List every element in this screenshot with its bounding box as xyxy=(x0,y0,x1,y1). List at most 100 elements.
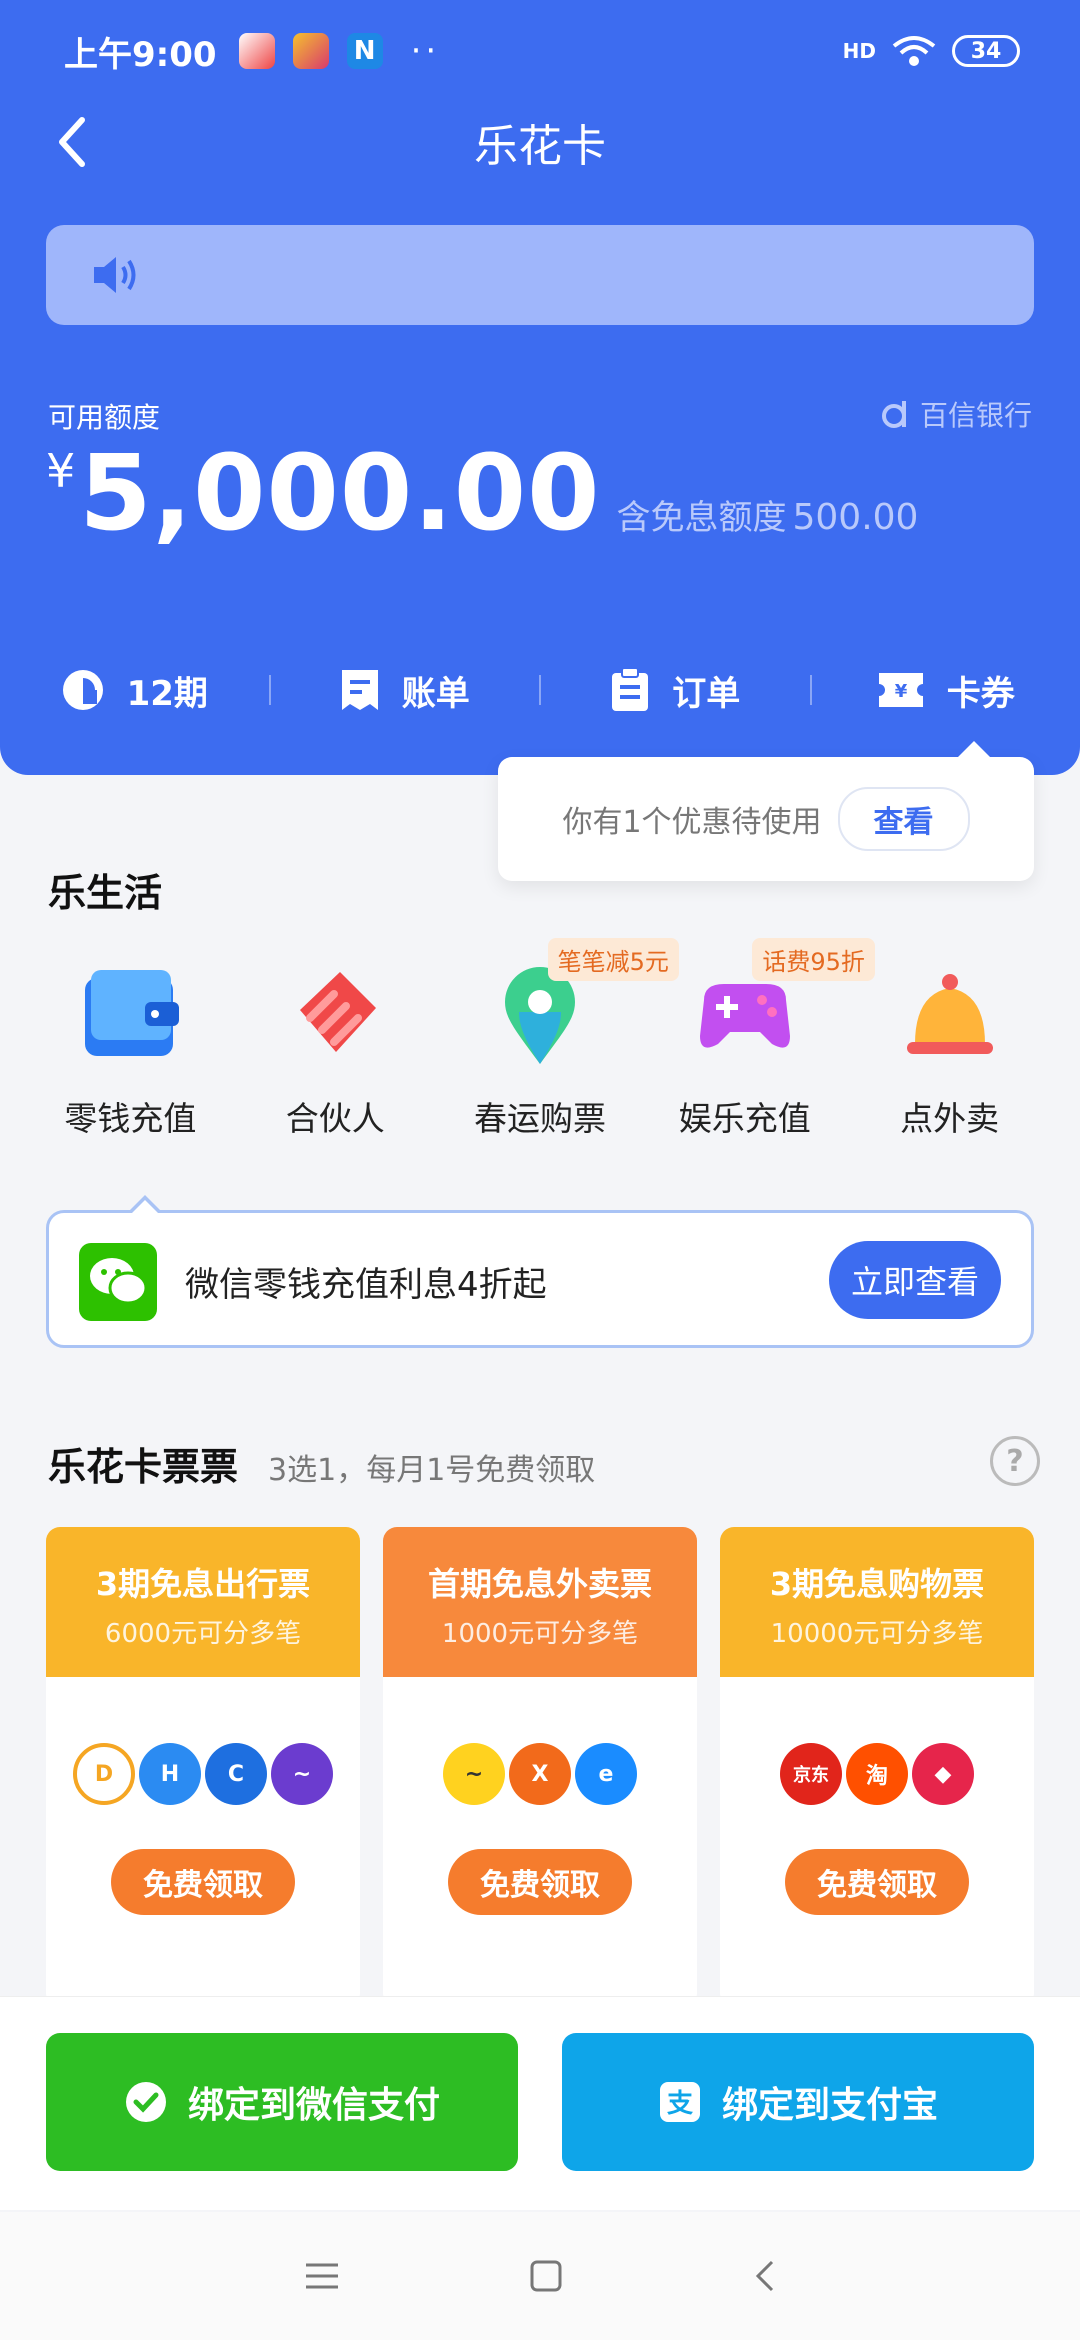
ticket-brands: 京东 淘 ◆ xyxy=(720,1743,1034,1805)
claim-button[interactable]: 免费领取 xyxy=(111,1849,295,1915)
header: 上午9:00 N ·· HD 34 乐花卡 可用额度 百信银行 ¥ 5,000.… xyxy=(0,0,1080,775)
claim-button[interactable]: 免费领取 xyxy=(448,1849,632,1915)
life-item-label: 春运购票 xyxy=(473,1099,606,1138)
bank-name-text: 百信银行 xyxy=(919,399,1032,432)
ticket-header: 首期免息外卖票 1000元可分多笔 xyxy=(383,1527,697,1677)
wechat-pay-icon xyxy=(125,2082,166,2122)
partner-icon xyxy=(270,950,400,1080)
bank-logo-icon xyxy=(881,401,906,428)
life-item-wallet-recharge[interactable]: 零钱充值 xyxy=(28,950,233,1140)
brand-c-logo-icon: C xyxy=(205,1743,267,1805)
home-square-icon[interactable] xyxy=(530,2260,562,2292)
view-coupon-button[interactable]: 查看 xyxy=(837,787,970,851)
ticket-subtitle: 1000元可分多笔 xyxy=(441,1619,639,1649)
ticket-title: 首期免息外卖票 xyxy=(427,1565,652,1603)
ticket-card-travel[interactable]: 3期免息出行票 6000元可分多笔 D H C ~ 免费领取 xyxy=(46,1527,360,2007)
view-now-button[interactable]: 立即查看 xyxy=(828,1241,1001,1319)
brand-x-logo-icon: X xyxy=(509,1743,571,1805)
clipboard-icon xyxy=(612,667,649,711)
coupon-icon: ¥ xyxy=(878,673,923,707)
status-bar: 上午9:00 N ·· HD 34 xyxy=(64,26,1020,76)
wallet-icon xyxy=(65,950,195,1080)
ticket-subtitle: 6000元可分多笔 xyxy=(104,1619,302,1649)
menu-icon[interactable] xyxy=(304,2261,340,2291)
ticket-list: 3期免息出行票 6000元可分多笔 D H C ~ 免费领取 首期免息外卖票 1… xyxy=(46,1527,1034,2007)
bell-icon xyxy=(885,950,1015,1080)
ticket-title: 3期免息购物票 xyxy=(769,1565,985,1603)
svg-text:¥: ¥ xyxy=(894,681,907,702)
tickets-title: 乐花卡票票 xyxy=(48,1445,239,1489)
wechat-promo-text: 微信零钱充值利息4折起 xyxy=(185,1265,547,1305)
bank-name: 百信银行 xyxy=(880,394,1032,434)
svg-text:支: 支 xyxy=(667,2089,693,2119)
eleme-logo-icon: e xyxy=(575,1743,637,1805)
didi-logo-icon: D xyxy=(73,1743,135,1805)
wechat-promo-banner[interactable]: 微信零钱充值利息4折起 立即查看 xyxy=(46,1195,1034,1348)
battery-icon: 34 xyxy=(952,35,1020,67)
currency-symbol: ¥ xyxy=(46,444,76,498)
status-time: 上午9:00 xyxy=(64,34,217,75)
tab-order-label: 订单 xyxy=(672,673,741,714)
speaker-icon xyxy=(94,257,136,293)
wifi-icon xyxy=(892,36,936,66)
tab-coupon[interactable]: ¥ 卡券 xyxy=(812,666,1080,715)
alipay-icon: 支 xyxy=(659,2082,700,2122)
brand-h-logo-icon: H xyxy=(139,1743,201,1805)
compass-app-icon xyxy=(238,33,275,69)
help-icon[interactable]: ? xyxy=(990,1436,1040,1486)
life-section-title: 乐生活 xyxy=(48,871,163,915)
signal-icon: HD xyxy=(842,39,876,63)
life-services: 零钱充值 合伙人 笔笔减5元 春运购票 话费95折 娱乐充值 点外卖 xyxy=(28,938,1052,1140)
status-more-dots: ·· xyxy=(410,31,441,71)
back-triangle-icon[interactable] xyxy=(752,2258,776,2294)
n-app-icon: N xyxy=(346,33,383,69)
available-amount: ¥ 5,000.00 含免息额度 500.00 xyxy=(46,432,918,554)
wechat-logo-icon xyxy=(79,1243,157,1321)
life-item-label: 合伙人 xyxy=(285,1099,385,1138)
pie-chart-icon xyxy=(62,670,103,710)
life-item-partner[interactable]: 合伙人 xyxy=(233,950,438,1140)
tab-coupon-label: 卡券 xyxy=(946,673,1015,714)
bill-icon xyxy=(341,670,378,710)
bind-alipay-label: 绑定到支付宝 xyxy=(721,2085,938,2126)
life-item-train-ticket[interactable]: 笔笔减5元 春运购票 xyxy=(438,938,679,1140)
bind-wechat-label: 绑定到微信支付 xyxy=(187,2085,440,2126)
tickets-header: 乐花卡票票 3选1，每月1号免费领取 xyxy=(48,1436,595,1491)
ticket-header: 3期免息购物票 10000元可分多笔 xyxy=(720,1527,1034,1677)
free-interest-amount: 500.00 xyxy=(792,497,919,538)
tab-installment[interactable]: 12期 xyxy=(0,666,269,715)
life-item-takeout[interactable]: 点外卖 xyxy=(847,950,1052,1140)
tab-installment-label: 12期 xyxy=(126,673,208,714)
meituan-logo-icon: ~ xyxy=(443,1743,505,1805)
tab-bill-label: 账单 xyxy=(401,673,470,714)
bind-bar: 绑定到微信支付 支 绑定到支付宝 xyxy=(0,1996,1080,2210)
tab-bill[interactable]: 账单 xyxy=(271,666,540,715)
ticket-card-shopping[interactable]: 3期免息购物票 10000元可分多笔 京东 淘 ◆ 免费领取 xyxy=(720,1527,1034,2007)
page-title: 乐花卡 xyxy=(474,121,606,172)
life-item-label: 零钱充值 xyxy=(64,1099,197,1138)
tab-order[interactable]: 订单 xyxy=(541,666,810,715)
credit-label: 可用额度 xyxy=(48,401,161,434)
bind-alipay-button[interactable]: 支 绑定到支付宝 xyxy=(562,2033,1034,2171)
bind-wechat-button[interactable]: 绑定到微信支付 xyxy=(46,2033,518,2171)
life-item-label: 娱乐充值 xyxy=(678,1099,811,1138)
claim-button[interactable]: 免费领取 xyxy=(785,1849,969,1915)
game-app-icon xyxy=(292,33,329,69)
life-item-entertainment[interactable]: 话费95折 娱乐充值 xyxy=(642,938,875,1140)
tickets-subtitle: 3选1，每月1号免费领取 xyxy=(268,1453,596,1488)
taobao-logo-icon: 淘 xyxy=(846,1743,908,1805)
ticket-subtitle: 10000元可分多笔 xyxy=(770,1619,984,1649)
jd-logo-icon: 京东 xyxy=(780,1743,842,1805)
ticket-header: 3期免息出行票 6000元可分多笔 xyxy=(46,1527,360,1677)
ticket-title: 3期免息出行票 xyxy=(95,1565,311,1603)
notice-bar[interactable] xyxy=(46,225,1034,325)
life-item-label: 点外卖 xyxy=(900,1099,1000,1138)
ticket-brands: D H C ~ xyxy=(46,1743,360,1805)
ticket-card-takeout[interactable]: 首期免息外卖票 1000元可分多笔 ~ X e 免费领取 xyxy=(383,1527,697,2007)
quick-tabs: 12期 账单 订单 ¥ 卡券 xyxy=(0,660,1080,720)
brand-diamond-logo-icon: ◆ xyxy=(912,1743,974,1805)
free-interest-label: 含免息额度 xyxy=(616,498,787,538)
coupon-popover-text: 你有1个优惠待使用 xyxy=(562,805,822,840)
system-nav-bar xyxy=(0,2212,1080,2340)
ticket-brands: ~ X e xyxy=(383,1743,697,1805)
